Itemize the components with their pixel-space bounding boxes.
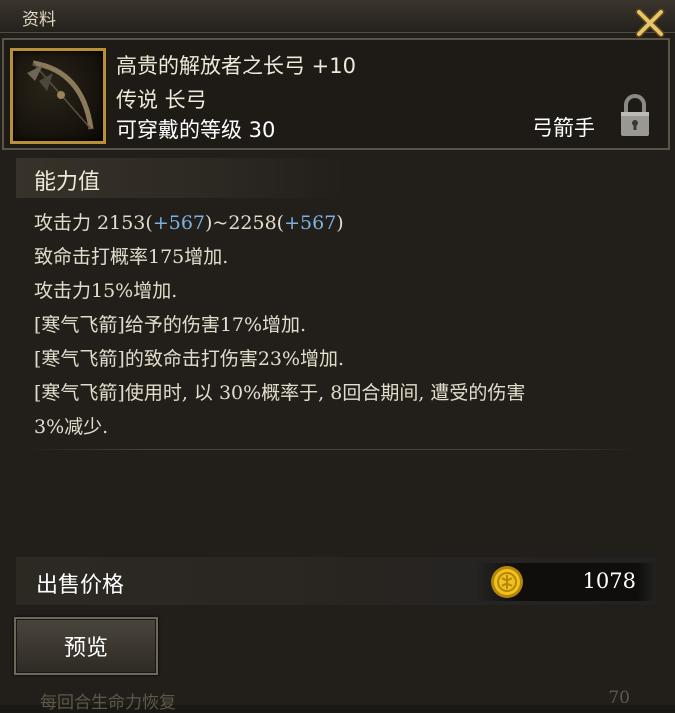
abilities-header: 能力值 — [16, 158, 346, 198]
background-stat-label: 每回合生命力恢复 — [40, 693, 176, 713]
background-stat-row: 每回合生命力恢复 70 — [40, 688, 640, 713]
attack-mid: )~2258( — [205, 212, 285, 234]
stat-line: [寒气飞箭]的致命击打伤害23%增加. — [34, 348, 345, 370]
window-title: 资料 — [22, 10, 56, 30]
close-button[interactable] — [633, 6, 667, 40]
attack-bonus-min: +567 — [152, 212, 205, 234]
item-rarity: 传说 长弓 — [116, 88, 207, 112]
longbow-icon[interactable] — [10, 48, 106, 144]
stat-line: 致命击打概率175增加. — [34, 246, 229, 268]
stat-line: 3%减少. — [34, 416, 109, 438]
item-class: 弓箭手 — [532, 116, 595, 140]
attack-bonus-max: +567 — [284, 212, 337, 234]
sell-price-row: 出售价格 1078 — [16, 557, 656, 605]
attack-prefix: 攻击力 2153( — [34, 212, 153, 234]
gold-coin-icon — [491, 566, 523, 598]
padlock-icon[interactable] — [618, 92, 652, 138]
stat-line: [寒气飞箭]给予的伤害17%增加. — [34, 314, 307, 336]
close-x-icon — [635, 8, 665, 38]
preview-button[interactable]: 预览 — [14, 617, 158, 675]
abilities-title: 能力值 — [34, 170, 101, 195]
stat-line: 攻击力15%增加. — [34, 280, 178, 302]
item-level-requirement: 可穿戴的等级 30 — [116, 118, 276, 142]
section-divider — [26, 449, 638, 450]
sell-price-label: 出售价格 — [36, 573, 125, 598]
title-bar: 资料 — [0, 0, 675, 38]
item-name: 高贵的解放者之长弓 +10 — [116, 54, 356, 78]
sell-price-value: 1078 — [582, 569, 636, 593]
stats-list: 攻击力 2153(+567)~2258(+567) 致命击打概率175增加. 攻… — [34, 206, 644, 444]
item-info-window: 资料 高贵的解放者之长弓 +10 传说 长弓 可穿戴的等级 30 弓箭手 能力值… — [0, 0, 675, 713]
item-header: 高贵的解放者之长弓 +10 传说 长弓 可穿戴的等级 30 弓箭手 — [2, 38, 670, 150]
attack-stat-line: 攻击力 2153(+567)~2258(+567) — [34, 206, 644, 240]
attack-suffix: ) — [336, 212, 344, 234]
stat-line: [寒气飞箭]使用时, 以 30%概率于, 8回合期间, 遭受的伤害 — [34, 382, 526, 404]
price-box: 1078 — [476, 563, 656, 601]
background-stat-value: 70 — [608, 688, 630, 708]
